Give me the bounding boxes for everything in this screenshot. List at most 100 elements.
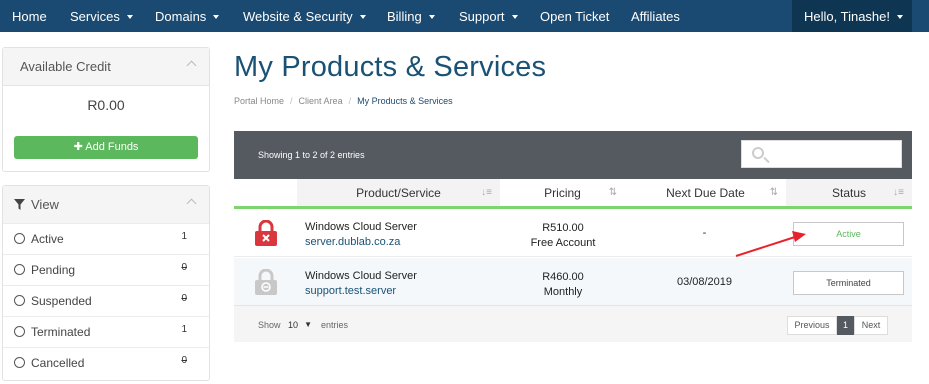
credit-amount: R0.00 <box>87 97 125 113</box>
table-row[interactable]: Windows Cloud Server support.test.server… <box>234 258 912 306</box>
credit-panel-header[interactable]: Available Credit <box>3 48 209 86</box>
nav-open-ticket[interactable]: Open Ticket <box>540 0 609 32</box>
radio-icon[interactable] <box>14 264 25 275</box>
table-footer: Show 10 ▼ entries Previous 1 Next <box>234 305 912 342</box>
view-panel-title: View <box>31 197 59 212</box>
billing-cycle: Free Account <box>530 237 596 249</box>
product-name: Windows Cloud Server <box>305 221 417 233</box>
nav-support-label: Support <box>459 9 505 24</box>
view-filter-count: 0 <box>181 355 187 366</box>
next-page-button[interactable]: Next <box>854 316 888 335</box>
radio-icon[interactable] <box>14 295 25 306</box>
radio-icon[interactable] <box>14 326 25 337</box>
nav-home[interactable]: Home <box>12 0 47 32</box>
user-greeting: Hello, Tinashe! <box>804 9 890 24</box>
table-info: Showing 1 to 2 of 2 entries <box>258 150 365 160</box>
current-page-button[interactable]: 1 <box>837 316 854 335</box>
caret-down-icon <box>428 15 435 19</box>
view-panel-header[interactable]: View <box>3 186 209 224</box>
view-filter-label: Active <box>31 232 64 246</box>
nav-website-security-label: Website & Security <box>243 9 353 24</box>
table-row[interactable]: Windows Cloud Server server.dublab.co.za… <box>234 209 912 257</box>
sort-asc-icon: ↓≡ <box>893 187 904 198</box>
nav-affiliates-label: Affiliates <box>631 9 680 24</box>
breadcrumb-separator: / <box>290 96 293 106</box>
column-header-icon <box>234 179 297 209</box>
search-icon <box>752 147 764 159</box>
lock-icon <box>255 220 277 246</box>
caret-down-icon: ▼ <box>304 320 312 329</box>
view-filter-count: 0 <box>181 293 187 304</box>
user-menu[interactable]: Hello, Tinashe! <box>792 0 912 32</box>
credit-panel-title: Available Credit <box>20 59 111 74</box>
chevron-up-icon[interactable] <box>186 198 197 209</box>
view-panel: View Active 1 Pending 0 Suspended 0 Term… <box>2 185 210 381</box>
view-filter-cancelled[interactable]: Cancelled 0 <box>3 347 209 378</box>
nav-affiliates[interactable]: Affiliates <box>631 0 680 32</box>
nav-services[interactable]: Services <box>70 0 133 32</box>
sort-icon: ⇅ <box>769 187 778 198</box>
caret-down-icon <box>897 15 903 19</box>
view-filter-pending[interactable]: Pending 0 <box>3 254 209 285</box>
nav-support[interactable]: Support <box>459 0 518 32</box>
pricing-cell: R460.00 Monthly <box>503 270 623 300</box>
nav-website-security[interactable]: Website & Security <box>243 0 366 32</box>
table-toolbar: Showing 1 to 2 of 2 entries <box>234 131 912 179</box>
pricing-cell: R510.00 Free Account <box>503 221 623 251</box>
breadcrumb-portal-home[interactable]: Portal Home <box>234 96 284 106</box>
radio-icon[interactable] <box>14 357 25 368</box>
caret-down-icon <box>511 15 518 19</box>
add-funds-label: Add Funds <box>85 141 139 153</box>
view-filter-count: 1 <box>181 324 187 335</box>
column-header-label: Pricing <box>544 186 581 200</box>
column-header-label: Product/Service <box>356 186 441 200</box>
view-filter-active[interactable]: Active 1 <box>3 223 209 254</box>
column-header-label: Next Due Date <box>666 186 745 200</box>
billing-cycle: Monthly <box>543 286 583 298</box>
plus-icon: ✚ <box>73 141 86 153</box>
breadcrumb-client-area[interactable]: Client Area <box>299 96 343 106</box>
sort-icon: ⇅ <box>608 187 617 198</box>
product-name: Windows Cloud Server <box>305 270 417 282</box>
view-filter-label: Terminated <box>31 325 91 339</box>
product-domain-link[interactable]: server.dublab.co.za <box>305 236 400 248</box>
column-header-status[interactable]: Status ↓≡ <box>786 179 912 209</box>
caret-down-icon <box>126 15 133 19</box>
filter-icon <box>14 199 25 210</box>
nav-billing[interactable]: Billing <box>387 0 435 32</box>
status-badge: Terminated <box>793 271 904 295</box>
nav-services-label: Services <box>70 9 120 24</box>
view-filter-suspended[interactable]: Suspended 0 <box>3 285 209 316</box>
column-header-product[interactable]: Product/Service ↓≡ <box>297 179 500 209</box>
caret-down-icon <box>359 15 366 19</box>
view-filter-label: Suspended <box>31 294 92 308</box>
column-header-label: Status <box>831 186 867 200</box>
column-header-next-due-date[interactable]: Next Due Date ⇅ <box>625 179 786 209</box>
status-badge: Active <box>793 222 904 246</box>
view-filter-terminated[interactable]: Terminated 1 <box>3 316 209 347</box>
next-due-date: - <box>702 227 707 239</box>
price-amount: R460.00 <box>542 271 584 283</box>
page-size-select[interactable]: 10 ▼ <box>284 317 314 333</box>
nav-domains[interactable]: Domains <box>155 0 220 32</box>
view-filter-count: 0 <box>181 262 187 273</box>
previous-page-button[interactable]: Previous <box>787 316 837 335</box>
add-funds-button[interactable]: ✚ Add Funds <box>14 136 198 159</box>
sort-asc-icon: ↓≡ <box>481 187 492 198</box>
credit-panel: Available Credit R0.00 ✚ Add Funds <box>2 47 210 172</box>
radio-icon[interactable] <box>14 233 25 244</box>
nav-open-ticket-label: Open Ticket <box>540 9 610 24</box>
view-filter-label: Cancelled <box>31 356 85 370</box>
page-size-value: 10 <box>288 320 299 330</box>
nav-billing-label: Billing <box>387 9 422 24</box>
chevron-up-icon[interactable] <box>186 60 197 71</box>
breadcrumb: Portal Home / Client Area / My Products & Se… <box>234 96 453 106</box>
nav-home-label: Home <box>12 9 47 24</box>
column-header-pricing[interactable]: Pricing ⇅ <box>500 179 625 209</box>
top-navbar: Home Services Domains Website & Security… <box>0 0 929 32</box>
table-search-input[interactable] <box>741 140 902 168</box>
caret-down-icon <box>213 15 220 19</box>
price-amount: R510.00 <box>542 222 584 234</box>
product-domain-link[interactable]: support.test.server <box>305 285 396 297</box>
lock-icon <box>255 269 277 295</box>
